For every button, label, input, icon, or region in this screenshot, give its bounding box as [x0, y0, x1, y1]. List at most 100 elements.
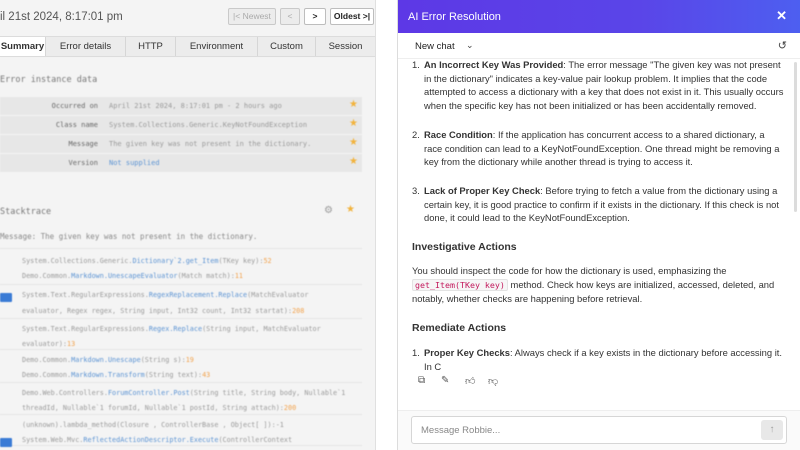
list-item-title: Proper Key Checks — [424, 347, 510, 358]
stacktrace-message: Message: The given key was not present i… — [0, 232, 258, 241]
next-button[interactable]: > — [304, 8, 326, 25]
list-item-title: Race Condition — [424, 129, 493, 140]
ai-panel-header: AI Error Resolution ✕ — [398, 0, 800, 33]
frame-method[interactable]: Regex.Replace — [149, 325, 202, 333]
tab-http[interactable]: HTTP — [126, 37, 176, 56]
divider — [0, 414, 362, 415]
star-icon[interactable]: ★ — [349, 137, 358, 148]
pane-divider — [375, 0, 397, 450]
frame-namespace: System.Text.RegularExpressions. — [22, 291, 149, 299]
frame-signature: (MatchEvaluator — [247, 291, 309, 299]
frame-namespace: Demo.Web.Controllers. — [22, 389, 108, 397]
frame-namespace: evaluator, Regex regex, String input, In… — [22, 307, 293, 315]
ai-panel-title: AI Error Resolution — [408, 11, 501, 23]
stack-frame: evaluator):13 — [22, 340, 75, 348]
frame-line-number: 19 — [185, 356, 194, 364]
frame-method[interactable]: RegexReplacement.Replace — [149, 291, 247, 299]
divider — [0, 284, 362, 285]
previous-button[interactable]: < — [280, 8, 300, 25]
instance-value-link[interactable]: Not supplied — [109, 159, 160, 167]
comment-icon[interactable]: ✎ — [441, 375, 449, 386]
ai-error-resolution-panel: AI Error Resolution ✕ New chat ⌄ ↺ 1. An… — [397, 0, 800, 450]
scrollbar[interactable] — [794, 62, 797, 212]
tab-error-details[interactable]: Error details — [46, 37, 126, 56]
frame-signature: (ControllerContext — [218, 436, 293, 444]
stack-frame: Demo.Common.Markdown.UnescapeEvaluator(M… — [22, 272, 243, 280]
star-icon[interactable]: ★ — [349, 118, 358, 129]
frame-signature: (String s): — [140, 356, 186, 364]
frame-method[interactable]: Markdown.Unescape — [71, 356, 141, 364]
list-item: 3. Lack of Proper Key Check: Before tryi… — [412, 184, 784, 225]
frame-line-number: 13 — [67, 340, 76, 348]
stack-frame: threadId, Nullable`1 forumId, Nullable`1… — [22, 404, 296, 412]
frame-namespace: System.Web.Mvc. — [22, 436, 84, 444]
newest-button[interactable]: |< Newest — [228, 8, 276, 25]
star-icon[interactable]: ★ — [346, 204, 355, 215]
list-item-title: Lack of Proper Key Check — [424, 185, 541, 196]
instance-value: The given key was not present in the dic… — [109, 140, 312, 148]
new-chat-dropdown[interactable]: New chat — [415, 41, 455, 52]
frame-namespace: (unknown).lambda_method(Closure , Contro… — [22, 421, 284, 429]
instance-key: Version — [68, 159, 98, 167]
copy-icon[interactable]: ⧉ — [418, 375, 425, 386]
list-item-text: . — [627, 212, 630, 224]
list-number: 1. — [412, 60, 420, 70]
oldest-button[interactable]: Oldest >| — [330, 8, 374, 25]
history-icon[interactable]: ↺ — [778, 39, 787, 52]
list-item-title: An Incorrect Key Was Provided — [424, 60, 564, 70]
stacktrace-section-title: Stacktrace — [0, 207, 52, 217]
error-detail-pane: il 21st 2024, 8:17:01 pm |< Newest < > O… — [0, 0, 375, 450]
inline-code: KeyNotFoundException — [528, 212, 628, 224]
chat-toolbar: New chat ⌄ ↺ — [398, 33, 800, 59]
inline-code: KeyNotFoundException — [541, 142, 640, 154]
tab-custom[interactable]: Custom — [258, 37, 316, 56]
stack-frame: System.Web.Mvc.ReflectedActionDescriptor… — [22, 436, 292, 444]
instance-key: Message — [68, 140, 98, 148]
frame-method[interactable]: Markdown.Transform — [71, 371, 145, 379]
thumbs-down-icon[interactable]: 👎︎ — [488, 375, 498, 387]
frame-line-number: 52 — [263, 257, 272, 265]
chevron-down-icon[interactable]: ⌄ — [466, 40, 474, 51]
frame-line-number: 11 — [234, 272, 243, 280]
stack-frame: evaluator, Regex regex, String input, In… — [22, 307, 304, 315]
thumbs-up-icon[interactable]: 👍︎ — [465, 375, 475, 387]
instance-value: System.Collections.Generic.KeyNotFoundEx… — [109, 121, 308, 129]
send-button[interactable]: ↑ — [761, 420, 783, 440]
star-icon[interactable]: ★ — [349, 156, 358, 167]
divider — [0, 318, 362, 319]
frame-namespace: threadId, Nullable`1 forumId, Nullable`1… — [22, 404, 284, 412]
stack-frame: Demo.Common.Markdown.Transform(String te… — [22, 371, 210, 379]
gear-icon[interactable]: ⚙ — [324, 205, 333, 216]
heading-investigative: Investigative Actions — [412, 241, 517, 253]
frame-method[interactable]: ReflectedActionDescriptor.Execute — [83, 436, 218, 444]
tab-environment[interactable]: Environment — [176, 37, 258, 56]
heading-remediate: Remediate Actions — [412, 322, 507, 334]
error-tabs: Summary Error details HTTP Environment C… — [0, 36, 375, 57]
message-composer: ↑ — [411, 416, 787, 444]
stack-frame: System.Text.RegularExpressions.Regex.Rep… — [22, 325, 321, 333]
divider — [0, 382, 362, 383]
list-item: 1. An Incorrect Key Was Provided: The er… — [412, 60, 784, 112]
list-number: 3. — [412, 185, 420, 196]
frame-namespace: System.Text.RegularExpressions. — [22, 325, 149, 333]
code-frame-icon[interactable] — [0, 438, 12, 447]
tab-summary[interactable]: Summary — [0, 37, 46, 56]
message-input[interactable] — [412, 417, 742, 443]
frame-method[interactable]: ForumController.Post — [108, 389, 190, 397]
instance-table: Occurred on April 21st 2024, 8:17:01 pm … — [0, 97, 362, 173]
frame-signature: (String input, MatchEvaluator — [202, 325, 321, 333]
instance-row: Message The given key was not present in… — [0, 135, 362, 154]
divider — [0, 445, 362, 446]
close-icon[interactable]: ✕ — [776, 8, 787, 24]
paragraph-text: You should inspect the code for how the … — [412, 265, 727, 276]
frame-method[interactable]: Dictionary`2.get_Item — [133, 257, 219, 265]
code-frame-icon[interactable] — [0, 293, 12, 302]
frame-method[interactable]: Markdown.UnescapeEvaluator — [71, 272, 177, 280]
error-date-title: il 21st 2024, 8:17:01 pm — [0, 11, 123, 23]
frame-signature: (Match match): — [177, 272, 235, 280]
list-item: 1. Proper Key Checks: Always check if a … — [412, 346, 784, 373]
tab-session[interactable]: Session — [316, 37, 375, 56]
frame-signature: (String title, String body, Nullable`1 — [189, 389, 346, 397]
chat-messages: 1. An Incorrect Key Was Provided: The er… — [398, 60, 800, 411]
star-icon[interactable]: ★ — [349, 99, 358, 110]
